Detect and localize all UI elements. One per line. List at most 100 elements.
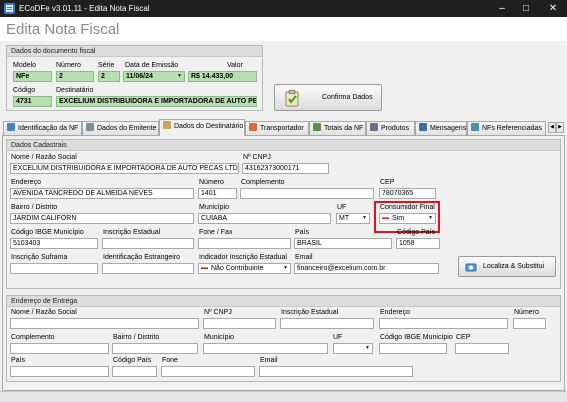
- entrega-nome-label: Nome / Razão Social: [11, 309, 77, 316]
- entrega-email-input[interactable]: [259, 366, 413, 377]
- building-icon: [86, 123, 94, 132]
- entrega-cep-label: CEP: [456, 334, 471, 341]
- entrega-endereco-label: Endereço: [380, 309, 410, 316]
- localiza-substitui-button[interactable]: Localiza & Substitui: [458, 256, 556, 277]
- tab-dados-emitente[interactable]: Dados do Emitente: [82, 121, 159, 135]
- search-replace-icon: [465, 261, 477, 273]
- tab-mensagens[interactable]: Mensagens: [415, 121, 467, 135]
- dados-cadastrais-title: Dados Cadastrais: [7, 140, 560, 151]
- entrega-pais-input[interactable]: [10, 366, 109, 377]
- close-button[interactable]: ✕: [543, 0, 563, 17]
- tab-transportador[interactable]: Transportador: [245, 121, 309, 135]
- tab-nfs-referenciadas[interactable]: NFs Referenciadas: [467, 121, 546, 135]
- doc-fiscal-group-title: Dados do documento fiscal: [7, 46, 262, 57]
- id-estrangeiro-input[interactable]: [102, 263, 194, 274]
- numero-doc-label: Número: [56, 62, 81, 69]
- endereco-input[interactable]: AVENIDA TANCREDO DE ALMEIDA NEVES: [10, 188, 194, 199]
- uf-select[interactable]: MT ▼: [336, 213, 370, 224]
- grid-icon: [370, 123, 378, 132]
- date-dropdown-icon[interactable]: ▼: [175, 72, 184, 81]
- municipio-label: Município: [199, 204, 229, 211]
- indicador-ie-select[interactable]: Não Contribuinte ▼: [198, 263, 291, 274]
- tab-identificacao-nf[interactable]: Identificação da NF: [3, 121, 82, 135]
- cep-input[interactable]: 78070365: [379, 188, 436, 199]
- tab-label: Transportador: [260, 125, 304, 132]
- indicador-ie-value: Não Contribuinte: [211, 265, 264, 272]
- suframa-input[interactable]: [10, 263, 98, 274]
- id-estrangeiro-label: Identificação Estrangeiro: [103, 254, 181, 261]
- chevron-down-icon[interactable]: ▼: [360, 214, 369, 223]
- entrega-fone-input[interactable]: [161, 366, 255, 377]
- entrega-bairro-label: Bairro / Distrito: [113, 334, 160, 341]
- email-input[interactable]: financeiro@excelium.com.br: [294, 263, 439, 274]
- status-bar: [0, 391, 567, 402]
- endereco-label: Endereço: [11, 179, 41, 186]
- entrega-endereco-input[interactable]: [379, 318, 508, 329]
- serie-field: 2: [98, 71, 120, 82]
- tab-scroll-right-button[interactable]: ▶: [556, 122, 564, 133]
- flag-icon: [201, 266, 208, 269]
- tab-label: NFs Referenciadas: [482, 125, 542, 132]
- ibge-label: Código IBGE Município: [11, 229, 84, 236]
- cnpj-input[interactable]: 43162373000171: [242, 163, 329, 174]
- entrega-ie-input[interactable]: [280, 318, 374, 329]
- tab-label: Totais da NF: [324, 125, 364, 132]
- truck-icon: [249, 123, 257, 132]
- ie-input[interactable]: [102, 238, 194, 249]
- consumidor-final-select[interactable]: Sim ▼: [379, 213, 436, 224]
- tab-produtos[interactable]: Produtos: [366, 121, 415, 135]
- numero-label: Número: [199, 179, 224, 186]
- entrega-ie-label: Inscrição Estadual: [281, 309, 339, 316]
- confirma-dados-button[interactable]: Confirma Dados: [274, 84, 382, 111]
- entrega-fone-label: Fone: [162, 357, 178, 364]
- minimize-button[interactable]: –: [492, 0, 512, 17]
- ibge-input[interactable]: 5103403: [10, 238, 98, 249]
- serie-label: Série: [98, 62, 115, 69]
- entrega-pais-label: País: [11, 357, 26, 364]
- entrega-cep-input[interactable]: [455, 343, 509, 354]
- entrega-cnpj-input[interactable]: [203, 318, 276, 329]
- pais-input[interactable]: BRASIL: [294, 238, 392, 249]
- flag-icon: [382, 216, 389, 219]
- clipboard-check-icon: [284, 90, 300, 107]
- endereco-entrega-title: Endereço de Entrega: [7, 296, 560, 307]
- entrega-numero-input[interactable]: [513, 318, 546, 329]
- codigo-field: 4731: [13, 96, 52, 107]
- codigo-label: Código: [13, 87, 36, 94]
- entrega-bairro-input[interactable]: [112, 343, 198, 354]
- entrega-ibge-input[interactable]: [379, 343, 447, 354]
- entrega-ibge-label: Código IBGE Município: [380, 334, 453, 341]
- tab-scroll-left-button[interactable]: ◀: [548, 122, 556, 133]
- calculator-icon: [313, 123, 321, 132]
- cnpj-label: Nº CNPJ: [243, 154, 271, 161]
- entrega-municipio-label: Município: [204, 334, 234, 341]
- maximize-button[interactable]: □: [516, 0, 536, 17]
- entrega-complemento-input[interactable]: [10, 343, 109, 354]
- municipio-input[interactable]: CUIABA: [198, 213, 331, 224]
- numero-input[interactable]: 1401: [198, 188, 237, 199]
- codigo-pais-input[interactable]: 1058: [396, 238, 440, 249]
- bairro-input[interactable]: JARDIM CALIFORN: [10, 213, 194, 224]
- tab-dados-destinatario[interactable]: Dados do Destinatário: [159, 119, 245, 136]
- entrega-nome-input[interactable]: [10, 318, 199, 329]
- chevron-down-icon[interactable]: ▼: [281, 264, 290, 273]
- fone-input[interactable]: [198, 238, 291, 249]
- app-icon: [4, 3, 15, 14]
- entrega-municipio-input[interactable]: [203, 343, 328, 354]
- entrega-codigo-pais-input[interactable]: [112, 366, 157, 377]
- data-emissao-field[interactable]: 11/06/24 ▼: [123, 71, 185, 82]
- valor-label: Valor: [227, 62, 243, 69]
- page-title: Edita Nota Fiscal: [6, 21, 120, 38]
- localiza-substitui-label: Localiza & Substitui: [483, 263, 545, 270]
- data-emissao-value: 11/06/24: [126, 73, 153, 80]
- tab-totais-nf[interactable]: Totais da NF: [309, 121, 366, 135]
- confirma-dados-label: Confirma Dados: [322, 94, 373, 101]
- codigo-pais-label: Código País: [397, 229, 436, 236]
- nome-input[interactable]: EXCELIUM DISTRIBUIDORA E IMPORTADORA DE …: [10, 163, 239, 174]
- chevron-down-icon[interactable]: ▼: [426, 214, 435, 223]
- complemento-label: Complemento: [241, 179, 285, 186]
- chevron-down-icon[interactable]: ▼: [363, 344, 372, 353]
- entrega-uf-select[interactable]: ▼: [333, 343, 373, 354]
- complemento-input[interactable]: [240, 188, 374, 199]
- valor-field: R$ 14.433,00: [188, 71, 257, 82]
